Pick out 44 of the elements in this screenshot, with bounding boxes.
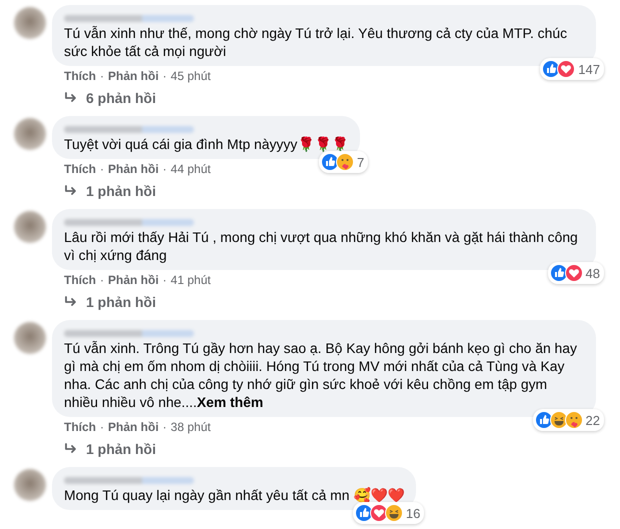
timestamp: 45 phút xyxy=(170,69,211,83)
view-replies-link[interactable]: 1 phản hồi xyxy=(86,440,156,458)
separator-dot: · xyxy=(100,420,104,434)
view-replies-link[interactable]: 1 phản hồi xyxy=(86,293,156,311)
separator-dot: · xyxy=(162,69,167,83)
action-link[interactable]: Thích xyxy=(64,273,96,287)
see-more-link[interactable]: Xem thêm xyxy=(196,394,264,410)
avatar[interactable] xyxy=(14,211,46,243)
reply-arrow-icon xyxy=(64,443,78,455)
timestamp: 44 phút xyxy=(170,162,211,176)
action-link[interactable]: Phản hồi xyxy=(108,162,159,176)
reaction-summary[interactable]: 7 xyxy=(319,151,368,173)
action-link[interactable]: Thích xyxy=(64,69,96,83)
comment-text: Lâu rồi mới thấy Hải Tú , mong chị vượt qua những khó khăn và gặt hái thành công vì chị xứng đáng xyxy=(64,228,579,264)
separator-dot: · xyxy=(100,273,104,287)
view-replies-link[interactable]: 1 phản hồi xyxy=(86,182,156,200)
reaction-summary[interactable]: 48 xyxy=(548,262,604,284)
separator-dot: · xyxy=(162,162,167,176)
avatar[interactable] xyxy=(14,7,46,39)
separator-dot: · xyxy=(162,273,167,287)
avatar[interactable] xyxy=(14,118,46,150)
timestamp: 38 phút xyxy=(170,420,211,434)
reply-arrow-icon xyxy=(64,185,78,197)
reply-arrow-icon xyxy=(64,296,78,308)
comment-text: Tú vẫn xinh như thế, mong chờ ngày Tú trở lại. Yêu thương cả cty của MTP. chúc sức khỏe tất cả mọi người xyxy=(64,24,568,60)
separator-dot: · xyxy=(100,69,104,83)
comment-text: Mong Tú quay lại ngày gần nhất yêu tất cả mn 🥰❤❤ xyxy=(64,486,404,504)
avatar[interactable] xyxy=(14,469,46,501)
action-link[interactable]: Phản hồi xyxy=(108,420,159,434)
reply-arrow-icon xyxy=(64,92,78,104)
separator-dot: · xyxy=(100,162,104,176)
comment-text: Tú vẫn xinh. Trông Tú gầy hơn hay sao ạ. Bộ Kay hông gởi bánh kẹo gì cho ăn hay gì mà chị em ốm nhom dị chòiiii. Hóng Tú trong MV mới nhất của cả Tùng và Kay nha. Các anh chị của công ty nhớ giữ gìn sức khoẻ với kêu chồng em tập gym nhiều nhiều vô nhe....Xem thêm xyxy=(64,339,578,411)
action-link[interactable]: Phản hồi xyxy=(108,69,159,83)
timestamp: 41 phút xyxy=(170,273,211,287)
avatar[interactable] xyxy=(14,322,46,354)
action-link[interactable]: Thích xyxy=(64,420,96,434)
comment-text: Tuyệt vời quá cái gia đình Mtp nàyyyy🌹🌹🌹 xyxy=(64,135,348,153)
reaction-summary[interactable]: 147 xyxy=(540,58,604,80)
separator-dot: · xyxy=(162,420,167,434)
reaction-summary[interactable]: 16 xyxy=(352,502,424,524)
action-link[interactable]: Thích xyxy=(64,162,96,176)
action-link[interactable]: Phản hồi xyxy=(108,273,159,287)
view-replies-link[interactable]: 6 phản hồi xyxy=(86,89,156,107)
reaction-summary[interactable]: 22 xyxy=(532,409,604,431)
